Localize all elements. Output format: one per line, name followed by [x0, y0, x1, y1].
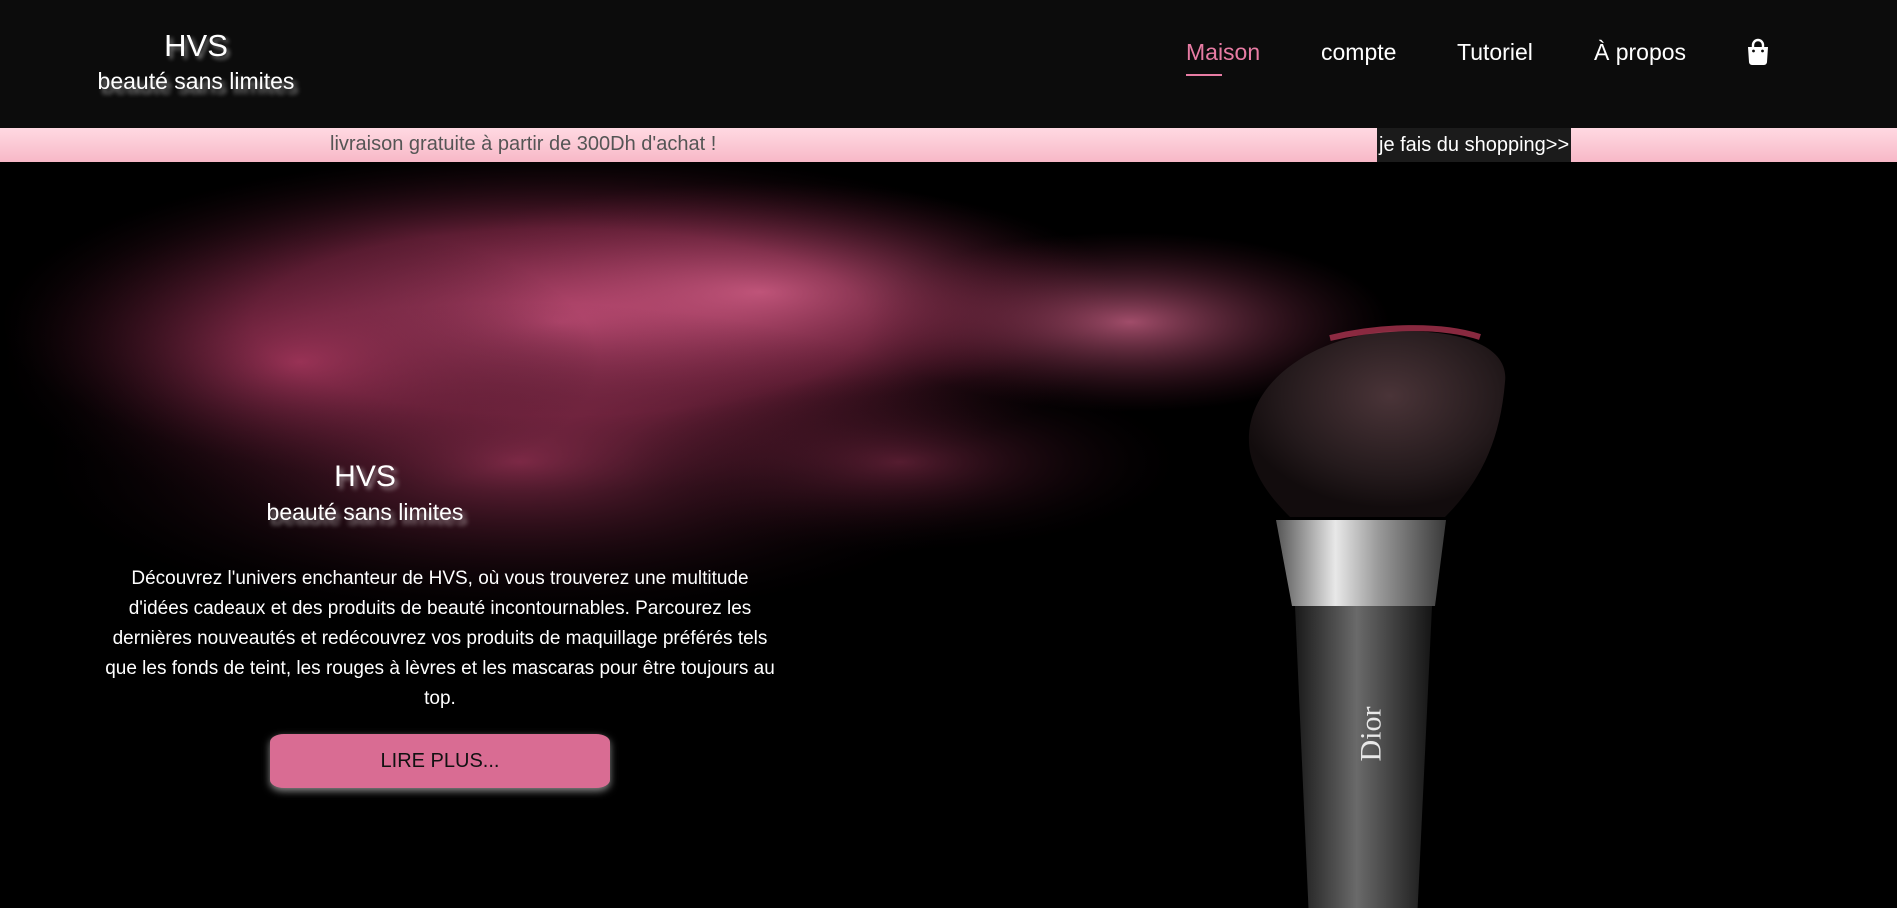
nav-item-compte[interactable]: compte [1321, 38, 1396, 66]
makeup-brush-image [1248, 325, 1506, 908]
promo-banner: livraison gratuite à partir de 300Dh d'a… [0, 128, 1897, 162]
hero-brand-name: HVS [334, 460, 396, 493]
promo-text: livraison gratuite à partir de 300Dh d'a… [330, 133, 717, 155]
hero-brand: HVS beauté sans limites [255, 459, 475, 527]
nav-item-tutoriel[interactable]: Tutoriel [1457, 38, 1533, 66]
powder-cloud-background [0, 162, 1390, 622]
nav-item-maison[interactable]: Maison [1186, 38, 1260, 76]
hero-description: Découvrez l'univers enchanteur de HVS, o… [105, 568, 775, 709]
shopping-bag-icon[interactable] [1745, 38, 1771, 66]
hero-brand-tagline: beauté sans limites [266, 499, 464, 525]
main-nav: Maison compte Tutoriel À propos [0, 38, 1897, 78]
nav-item-a-propos[interactable]: À propos [1594, 38, 1686, 66]
hero-section: Dior HVS beauté sans limites Découvrez l… [0, 162, 1897, 908]
brush-brand-mark: Dior [1354, 706, 1388, 762]
site-header: HVS beauté sans limites Maison compte Tu… [0, 0, 1897, 128]
read-more-button[interactable]: LIRE PLUS... [270, 734, 610, 788]
shop-now-button[interactable]: je fais du shopping>> [1377, 128, 1571, 162]
